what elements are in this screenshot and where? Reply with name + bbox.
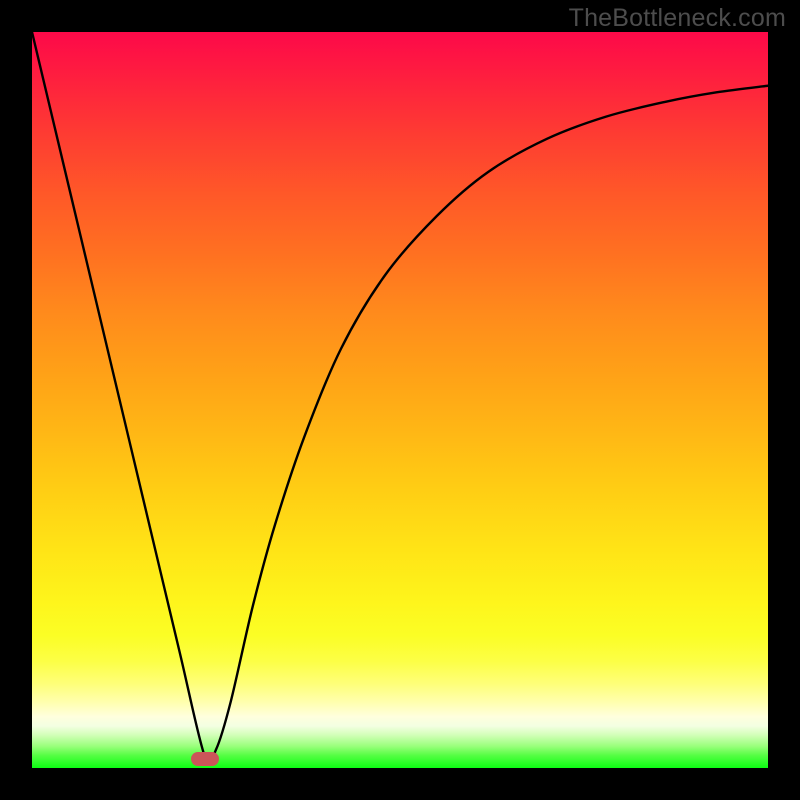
watermark-label: TheBottleneck.com xyxy=(569,4,786,33)
highlight-marker xyxy=(191,752,219,766)
curve-layer xyxy=(32,32,768,768)
plot-area xyxy=(32,32,768,768)
bottleneck-curve xyxy=(32,32,768,764)
chart-frame: TheBottleneck.com xyxy=(0,0,800,800)
